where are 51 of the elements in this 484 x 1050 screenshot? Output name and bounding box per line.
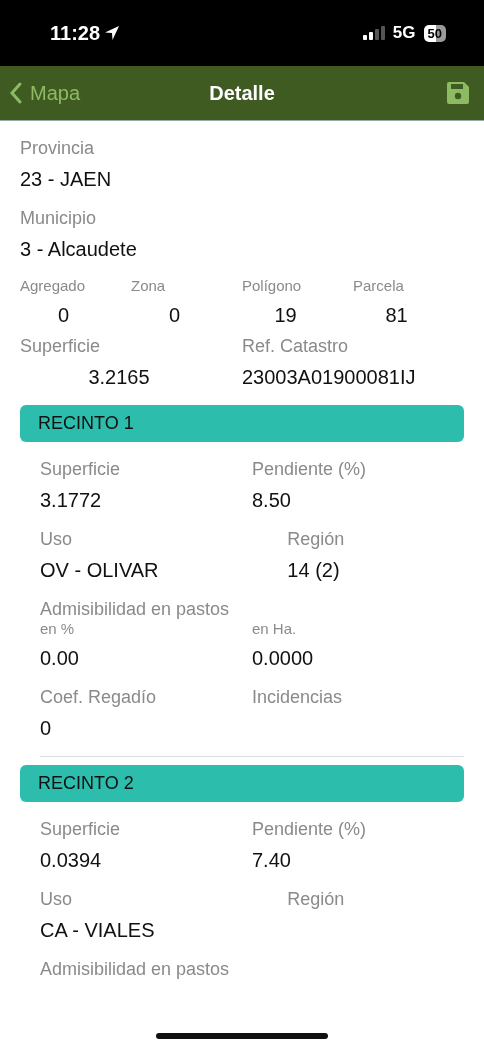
- back-chevron-icon: [10, 82, 22, 104]
- location-arrow-icon: [104, 25, 121, 41]
- field-label: Región: [287, 528, 346, 550]
- field-value: 23 - JAEN: [20, 167, 113, 191]
- network-type: 5G: [392, 22, 416, 45]
- field-label: Incidencias: [252, 686, 344, 708]
- field-label: Uso: [40, 888, 73, 910]
- field-label: Superficie: [40, 818, 122, 840]
- field-label: Coef. Regadío: [40, 686, 158, 708]
- field-label: Admisibilidad en pastos: [40, 958, 231, 980]
- field-value: 0: [57, 304, 70, 326]
- field-value: 3.2165: [88, 366, 150, 388]
- field-label: Provincia: [20, 137, 96, 159]
- battery-indicator: 50: [423, 24, 446, 42]
- save-icon[interactable]: [446, 81, 470, 105]
- section-header: RECINTO 2: [20, 765, 464, 802]
- screen-title: Detalle: [209, 81, 275, 106]
- field-value: 0: [40, 716, 53, 740]
- field-value: 3 - Alcaudete: [20, 237, 138, 261]
- field-label: Superficie: [40, 458, 122, 480]
- field-label: Agregado: [20, 277, 87, 295]
- field-label: Superficie: [20, 335, 102, 357]
- field-label: en Ha.: [252, 620, 298, 638]
- field-label: en %: [40, 620, 76, 638]
- field-value: 0.00: [40, 646, 80, 670]
- field-value: 81: [385, 304, 408, 326]
- field-value: 0: [168, 304, 181, 326]
- section-header: RECINTO 1: [20, 405, 464, 442]
- field-label: Pendiente (%): [252, 458, 368, 480]
- field-value: 3.1772: [40, 488, 103, 512]
- clock-time: 11:28: [50, 21, 101, 46]
- field-label: Uso: [40, 528, 73, 550]
- field-value: 23003A01900081IJ: [242, 366, 416, 388]
- field-value: 7.40: [252, 848, 292, 872]
- field-value: CA - VIALES: [40, 918, 156, 942]
- field-value: 0.0000: [252, 646, 315, 670]
- field-label: Polígono: [242, 277, 303, 295]
- field-label: Ref. Catastro: [242, 335, 350, 357]
- field-value: 8.50: [252, 488, 292, 512]
- field-value: 19: [274, 304, 297, 326]
- field-label: Municipio: [20, 207, 98, 229]
- field-label: Admisibilidad en pastos: [40, 598, 231, 620]
- field-label: Zona: [131, 277, 167, 295]
- field-label: Región: [287, 888, 346, 910]
- field-value: 14 (2): [287, 558, 341, 582]
- signal-icon: [362, 26, 385, 40]
- field-label: Pendiente (%): [252, 818, 368, 840]
- field-label: Parcela: [353, 277, 405, 295]
- back-button[interactable]: Mapa: [10, 78, 81, 108]
- field-value: OV - OLIVAR: [40, 558, 160, 582]
- field-value: 0.0394: [40, 848, 103, 872]
